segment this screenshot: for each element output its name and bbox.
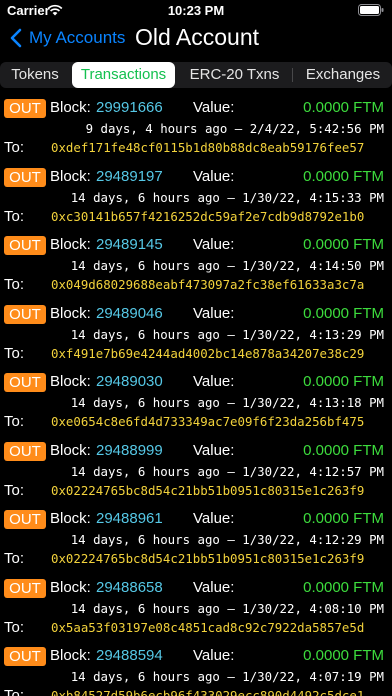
value-amount: 0.0000 FTM xyxy=(303,304,384,322)
transaction-row[interactable]: OUT Block: 29488999 Value: 0.0000 FTM 14 days… xyxy=(0,439,392,508)
transaction-row[interactable]: OUT Block: 29488658 Value: 0.0000 FTM 14 days… xyxy=(0,576,392,645)
block-label: Block: xyxy=(50,373,91,390)
to-address[interactable]: 0xdef171fe48cf0115b1d80b88dc8eab59176fee… xyxy=(51,140,390,155)
value-label: Value: xyxy=(193,647,235,664)
to-address[interactable]: 0x049d68029688eabf473097a2fc38ef61633a3c… xyxy=(51,277,390,292)
tab-tokens[interactable]: Tokens xyxy=(0,62,70,88)
timestamp: 9 days, 4 hours ago – 2/4/22, 5:42:56 PM xyxy=(85,121,384,136)
timestamp: 14 days, 6 hours ago – 1/30/22, 4:12:57 … xyxy=(70,463,384,479)
block-number[interactable]: 29488961 xyxy=(96,510,163,527)
direction-badge: OUT xyxy=(4,99,46,118)
direction-badge: OUT xyxy=(4,441,46,461)
value-label: Value: xyxy=(193,99,235,116)
timestamp: 14 days, 6 hours ago – 1/30/22, 4:07:19 … xyxy=(70,669,384,684)
to-address[interactable]: 0xf491e7b69e4244ad4002bc14e878a34207e38c… xyxy=(51,346,390,361)
transaction-row[interactable]: OUT Block: 29488961 Value: 0.0000 FTM 14 days… xyxy=(0,507,392,576)
direction-badge: OUT xyxy=(4,510,46,529)
to-address[interactable]: 0x02224765bc8d54c21bb51b0951c80315e1c263… xyxy=(51,483,390,498)
direction-badge: OUT xyxy=(4,647,46,666)
value-amount: 0.0000 FTM xyxy=(303,578,384,596)
block-number[interactable]: 29489145 xyxy=(96,236,163,253)
timestamp: 14 days, 6 hours ago – 1/30/22, 4:13:18 … xyxy=(70,395,384,410)
block-number[interactable]: 29489030 xyxy=(96,373,163,390)
transaction-row[interactable]: OUT Block: 29489145 Value: 0.0000 FTM 14 days… xyxy=(0,233,392,302)
value-amount: 0.0000 FTM xyxy=(303,167,384,185)
status-time: 10:23 PM xyxy=(167,3,225,18)
value-label: Value: xyxy=(193,167,235,185)
value-amount: 0.0000 FTM xyxy=(303,647,384,664)
block-number[interactable]: 29488658 xyxy=(96,579,163,596)
to-label: To: xyxy=(4,139,25,156)
timestamp: 14 days, 6 hours ago – 1/30/22, 4:15:33 … xyxy=(70,189,384,205)
direction-badge: OUT xyxy=(4,167,46,187)
transaction-row[interactable]: OUT Block: 29489046 Value: 0.0000 FTM 14 days… xyxy=(0,302,392,371)
to-address[interactable]: 0xb84527d59b6ecb96f433029ecc890d4492c5dc… xyxy=(51,688,390,696)
direction-badge: OUT xyxy=(4,304,46,324)
block-number[interactable]: 29488594 xyxy=(96,647,163,664)
value-label: Value: xyxy=(193,510,235,527)
value-label: Value: xyxy=(193,441,235,459)
tab-erc20-txns[interactable]: ERC-20 Txns xyxy=(179,62,290,88)
to-label: To: xyxy=(4,687,25,696)
transaction-row[interactable]: OUT Block: 29489030 Value: 0.0000 FTM 14 days… xyxy=(0,370,392,439)
value-amount: 0.0000 FTM xyxy=(303,99,384,116)
timestamp: 14 days, 6 hours ago – 1/30/22, 4:14:50 … xyxy=(70,258,384,273)
timestamp: 14 days, 6 hours ago – 1/30/22, 4:12:29 … xyxy=(70,532,384,547)
navigation-bar: My Accounts Old Account xyxy=(0,22,392,60)
to-address[interactable]: 0xe0654c8e6fd4d733349ac7e09f6f23da256bf4… xyxy=(51,414,390,429)
block-number[interactable]: 29488999 xyxy=(96,442,163,459)
direction-badge: OUT xyxy=(4,236,46,255)
block-label: Block: xyxy=(50,647,91,664)
block-label: Block: xyxy=(50,510,91,527)
transaction-row[interactable]: OUT Block: 29489197 Value: 0.0000 FTM 14 days… xyxy=(0,165,392,234)
to-label: To: xyxy=(4,550,25,567)
battery-icon xyxy=(358,4,384,16)
transaction-list[interactable]: OUT Block: 29991666 Value: 0.0000 FTM 9 days,… xyxy=(0,96,392,696)
timestamp: 14 days, 6 hours ago – 1/30/22, 4:13:29 … xyxy=(70,326,384,342)
back-button[interactable]: My Accounts xyxy=(10,28,125,48)
to-label: To: xyxy=(4,207,25,225)
to-label: To: xyxy=(4,276,25,293)
to-address[interactable]: 0x02224765bc8d54c21bb51b0951c80315e1c263… xyxy=(51,551,390,566)
block-label: Block: xyxy=(50,167,91,185)
to-label: To: xyxy=(4,481,25,499)
timestamp: 14 days, 6 hours ago – 1/30/22, 4:08:10 … xyxy=(70,600,384,616)
tab-segmented-control: Tokens Transactions ERC-20 Txns Exchange… xyxy=(0,62,392,88)
transaction-row[interactable]: OUT Block: 29488594 Value: 0.0000 FTM 14 days… xyxy=(0,644,392,696)
block-label: Block: xyxy=(50,304,91,322)
tab-transactions[interactable]: Transactions xyxy=(72,62,175,88)
to-address[interactable]: 0x5aa53f03197e08c4851cad8c92c7922da5857e… xyxy=(51,620,390,635)
value-amount: 0.0000 FTM xyxy=(303,373,384,390)
value-label: Value: xyxy=(193,236,235,253)
value-label: Value: xyxy=(193,373,235,390)
tab-exchanges[interactable]: Exchanges xyxy=(294,62,392,88)
value-amount: 0.0000 FTM xyxy=(303,441,384,459)
status-bar: Carrier 10:23 PM xyxy=(0,0,392,22)
block-label: Block: xyxy=(50,236,91,253)
page-title: Old Account xyxy=(135,24,260,50)
value-amount: 0.0000 FTM xyxy=(303,510,384,527)
to-address[interactable]: 0xc30141b657f4216252dc59af2e7cdb9d8792e1… xyxy=(51,209,390,224)
value-amount: 0.0000 FTM xyxy=(303,236,384,253)
block-label: Block: xyxy=(50,578,91,596)
direction-badge: OUT xyxy=(4,578,46,598)
transaction-row[interactable]: OUT Block: 29991666 Value: 0.0000 FTM 9 days,… xyxy=(0,96,392,165)
segment-divider xyxy=(292,68,293,82)
chevron-left-icon xyxy=(10,28,22,48)
block-number[interactable]: 29489197 xyxy=(96,168,163,185)
value-label: Value: xyxy=(193,304,235,322)
block-number[interactable]: 29991666 xyxy=(96,99,163,116)
to-label: To: xyxy=(4,413,25,430)
block-label: Block: xyxy=(50,99,91,116)
to-label: To: xyxy=(4,344,25,362)
block-label: Block: xyxy=(50,441,91,459)
back-label: My Accounts xyxy=(29,28,126,47)
value-label: Value: xyxy=(193,578,235,596)
to-label: To: xyxy=(4,618,25,636)
block-number[interactable]: 29489046 xyxy=(96,305,163,322)
direction-badge: OUT xyxy=(4,373,46,392)
